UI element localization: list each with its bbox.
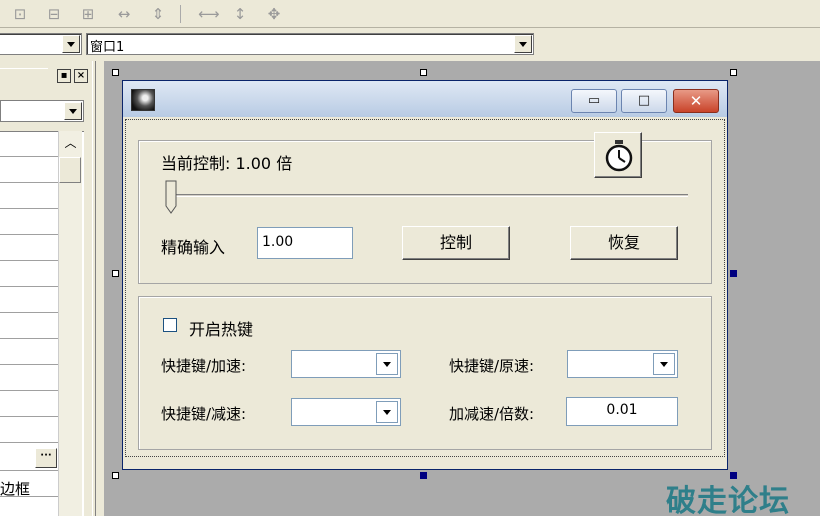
forum-watermark: 破走论坛 xyxy=(666,484,790,516)
center-horizontal-icon[interactable]: ⟷ xyxy=(198,4,220,24)
property-scrollbar[interactable]: ︿ xyxy=(58,131,82,516)
step-multiplier-field[interactable]: 0.01 xyxy=(566,397,678,426)
chevron-down-icon[interactable] xyxy=(376,353,398,375)
property-row[interactable] xyxy=(0,260,58,261)
panel-splitter[interactable] xyxy=(92,61,96,516)
stopwatch-button[interactable] xyxy=(594,132,642,178)
chevron-down-icon[interactable] xyxy=(653,353,675,375)
minimize-icon: ▭ xyxy=(587,93,601,108)
speed-slider-track[interactable] xyxy=(168,194,688,197)
property-row[interactable] xyxy=(0,182,58,183)
current-control-label: 当前控制: 1.00 倍 xyxy=(161,154,293,173)
close-icon: ✕ xyxy=(689,92,703,110)
slowdown-hotkey-label: 快捷键/减速: xyxy=(161,405,247,423)
alignment-toolbar: ⊡ ⊟ ⊞ ↔ ⇕ ⟷ ↕ ✥ xyxy=(0,0,820,28)
control-button[interactable]: 控制 xyxy=(402,226,510,260)
align-bottom-icon[interactable]: ⊞ xyxy=(78,4,98,24)
selection-handle[interactable] xyxy=(112,270,119,277)
selection-handle[interactable] xyxy=(420,69,427,76)
align-top-icon[interactable]: ⊡ xyxy=(10,4,30,24)
step-multiplier-value: 0.01 xyxy=(606,402,638,418)
app-logo-icon xyxy=(131,89,155,111)
property-row[interactable] xyxy=(0,338,58,339)
speedup-hotkey-select[interactable] xyxy=(291,350,401,378)
maximize-button[interactable]: □ xyxy=(621,89,667,113)
property-row[interactable] xyxy=(0,416,58,417)
property-value-fragment: 边框 xyxy=(0,480,31,498)
restore-button[interactable]: 恢复 xyxy=(570,226,678,260)
property-row[interactable] xyxy=(0,390,58,391)
speedup-hotkey-label: 快捷键/加速: xyxy=(161,357,247,375)
property-row[interactable] xyxy=(0,442,58,443)
selection-handle[interactable] xyxy=(112,69,119,76)
chevron-down-icon[interactable] xyxy=(514,35,532,53)
restore-hotkey-select[interactable] xyxy=(567,350,678,378)
property-row[interactable] xyxy=(0,312,58,313)
close-button[interactable]: ✕ xyxy=(673,89,719,113)
object-type-select[interactable] xyxy=(0,33,82,55)
selection-handle[interactable] xyxy=(112,472,119,479)
property-row[interactable] xyxy=(0,286,58,287)
panel-grip xyxy=(0,68,48,69)
property-row[interactable] xyxy=(0,364,58,365)
window-title-bar[interactable]: ▭ □ ✕ xyxy=(123,81,727,117)
scroll-up-icon[interactable]: ︿ xyxy=(59,133,82,155)
stopwatch-icon xyxy=(605,140,633,172)
toolbar-separator xyxy=(180,5,181,23)
speed-slider-thumb[interactable] xyxy=(165,180,177,214)
window-select-value: 窗口1 xyxy=(90,40,125,55)
scroll-thumb[interactable] xyxy=(59,157,81,183)
object-selector-row: 窗口1 xyxy=(0,28,820,61)
same-width-icon[interactable]: ↔ xyxy=(114,4,134,24)
property-row[interactable] xyxy=(0,470,58,471)
align-middle-icon[interactable]: ⊟ xyxy=(44,4,64,24)
close-panel-icon[interactable]: × xyxy=(74,69,88,83)
precise-input-label: 精确输入 xyxy=(161,238,226,257)
restore-panel-icon[interactable]: ▪ xyxy=(57,69,71,83)
chevron-down-icon[interactable] xyxy=(376,401,398,423)
restore-hotkey-label: 快捷键/原速: xyxy=(449,357,535,375)
property-object-select[interactable] xyxy=(0,100,84,122)
chevron-down-icon[interactable] xyxy=(62,35,80,53)
property-panel: ▪ × ︿ ··· 边框 xyxy=(0,61,104,516)
maximize-icon: □ xyxy=(637,93,651,108)
slowdown-hotkey-select[interactable] xyxy=(291,398,401,426)
property-row[interactable] xyxy=(0,234,58,235)
center-both-icon[interactable]: ✥ xyxy=(264,4,284,24)
hotkey-checkbox[interactable] xyxy=(163,318,177,332)
selection-handle[interactable] xyxy=(420,472,427,479)
hotkey-checkbox-label: 开启热键 xyxy=(189,320,254,339)
minimize-button[interactable]: ▭ xyxy=(571,89,617,113)
selection-handle[interactable] xyxy=(730,69,737,76)
selection-handle[interactable] xyxy=(730,270,737,277)
precise-input-field[interactable]: 1.00 xyxy=(257,227,353,259)
window-select[interactable]: 窗口1 xyxy=(86,33,534,55)
property-row[interactable] xyxy=(0,156,58,157)
center-vertical-icon[interactable]: ⇕ xyxy=(148,4,168,24)
ellipsis-button[interactable]: ··· xyxy=(35,448,57,468)
chevron-down-icon[interactable] xyxy=(64,102,82,120)
property-row[interactable] xyxy=(0,208,58,209)
precise-input-value: 1.00 xyxy=(262,234,294,250)
same-height-icon[interactable]: ↕ xyxy=(230,4,250,24)
step-multiplier-label: 加减速/倍数: xyxy=(449,405,535,423)
